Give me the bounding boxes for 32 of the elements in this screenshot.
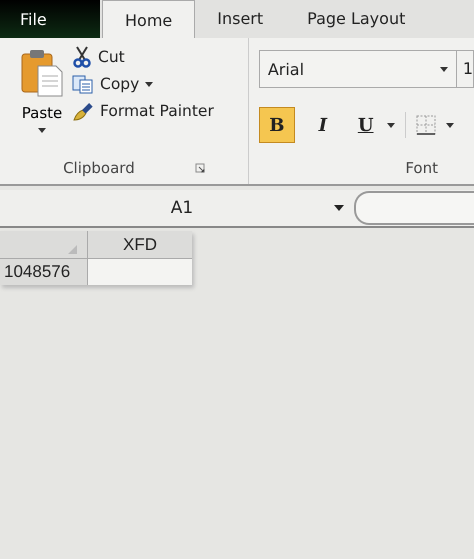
- group-label: Font: [405, 159, 438, 177]
- paste-button[interactable]: Paste: [0, 46, 72, 152]
- ribbon-tab[interactable]: Page Layout: [285, 9, 428, 38]
- font-size-field[interactable]: 1: [456, 50, 474, 88]
- copy-button[interactable]: Copy: [72, 74, 214, 94]
- file-tab[interactable]: File: [0, 0, 100, 38]
- dialog-launcher-icon[interactable]: [194, 163, 205, 173]
- copy-icon: [72, 74, 94, 94]
- cut-button[interactable]: Cut: [72, 46, 214, 68]
- italic-button[interactable]: I: [304, 107, 341, 143]
- column-header[interactable]: XFD: [88, 231, 192, 259]
- triangle-icon: [68, 245, 77, 254]
- ribbon-tab[interactable]: Home: [102, 0, 196, 38]
- formula-bar-handle[interactable]: [354, 191, 474, 225]
- group-label: Clipboard: [63, 159, 135, 177]
- underline-button[interactable]: U: [350, 107, 377, 143]
- table-cell[interactable]: [88, 259, 192, 285]
- clipboard-icon: [20, 48, 64, 98]
- caret-icon: [145, 82, 154, 86]
- caret-icon: [440, 66, 448, 72]
- format-painter-button[interactable]: Format Painter: [72, 100, 214, 122]
- borders-icon[interactable]: [416, 115, 436, 135]
- caret-icon: [334, 205, 344, 211]
- caret-icon[interactable]: [446, 122, 454, 128]
- row-header[interactable]: 1048576: [0, 259, 88, 285]
- caret-icon[interactable]: [386, 122, 395, 128]
- caret-icon: [38, 128, 46, 133]
- font-name-field[interactable]: Arial: [258, 50, 457, 88]
- bold-button[interactable]: B: [258, 107, 295, 143]
- ribbon-tab[interactable]: Insert: [195, 9, 286, 38]
- scissors-icon: [72, 46, 92, 68]
- paintbrush-icon: [72, 100, 94, 122]
